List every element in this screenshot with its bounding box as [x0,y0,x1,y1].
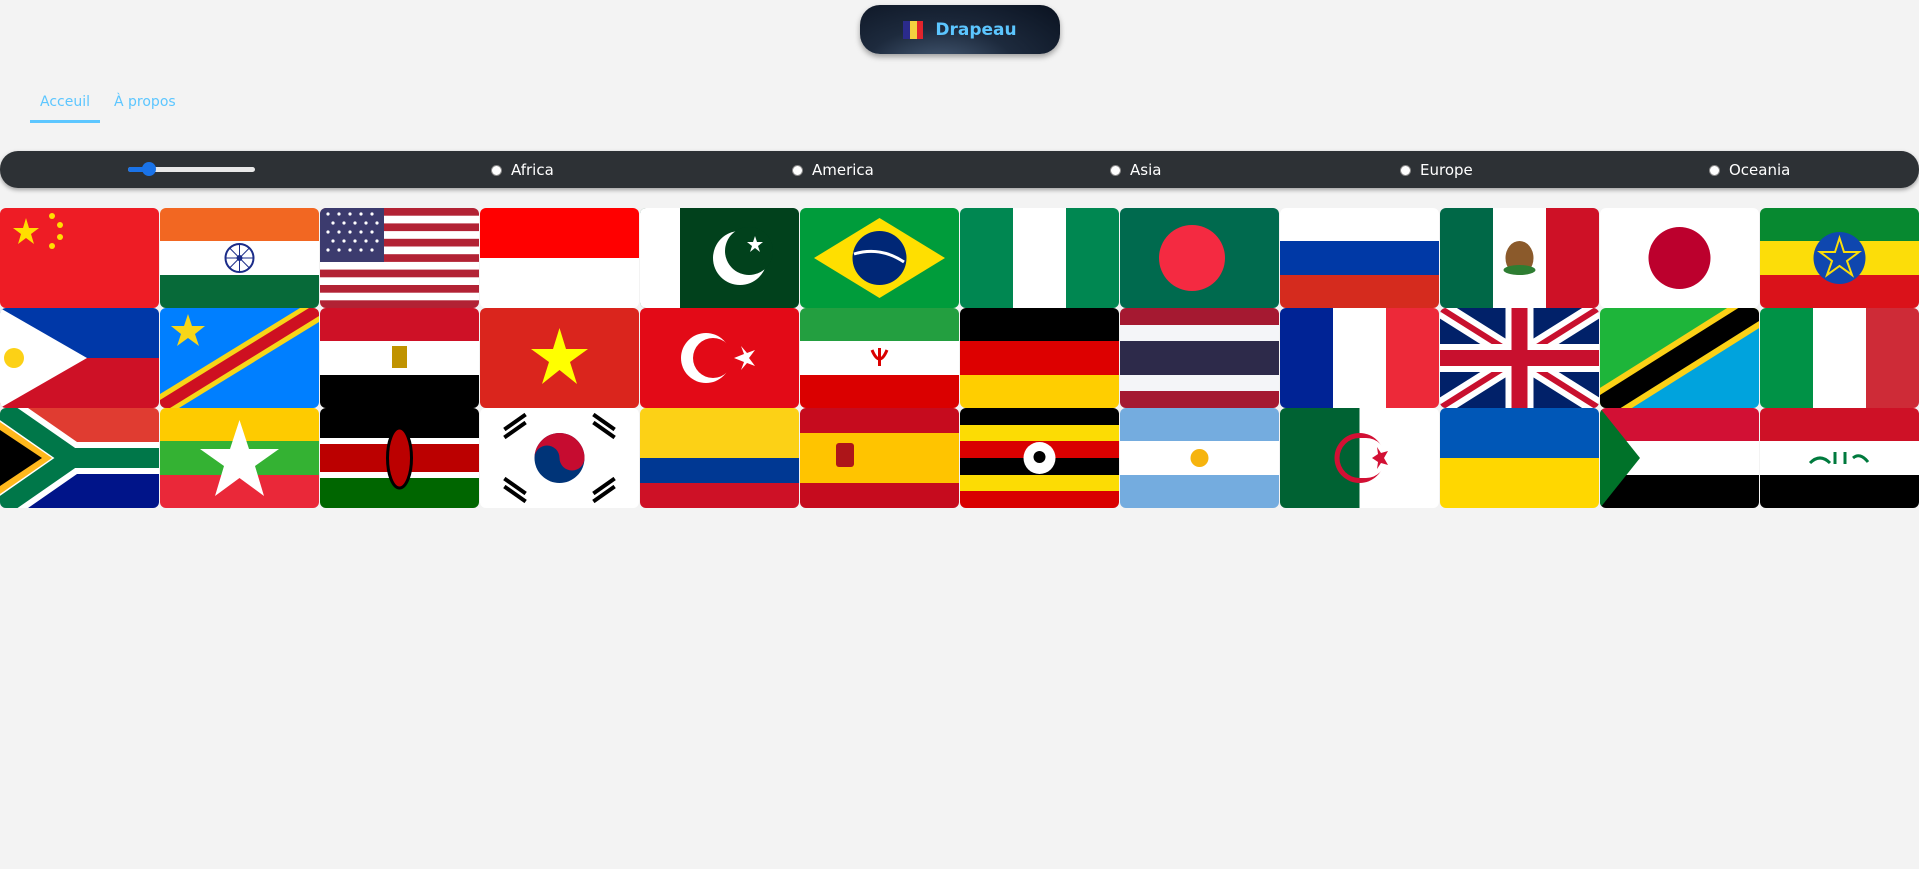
flag-india[interactable] [160,208,319,308]
flag-spain[interactable] [800,408,959,508]
radio-circle[interactable] [792,164,803,176]
flag-united-kingdom[interactable] [1440,308,1599,408]
app-title: Drapeau [935,19,1017,40]
nav-tabs: Acceuil À propos [30,90,186,123]
flag-mexico[interactable] [1440,208,1599,308]
radio-circle[interactable] [1400,164,1411,176]
radio-america[interactable]: America [792,161,874,179]
flag-japan[interactable] [1600,208,1759,308]
flag-brazil[interactable] [800,208,959,308]
tab-home[interactable]: Acceuil [30,90,100,123]
flag-dr-congo[interactable] [160,308,319,408]
radio-label: Oceania [1729,161,1791,179]
flag-colombia[interactable] [640,408,799,508]
flag-united-states[interactable] [320,208,479,308]
radio-circle[interactable] [1110,164,1121,176]
tab-about[interactable]: À propos [104,90,186,123]
flag-ethiopia[interactable] [1760,208,1919,308]
slider-thumb[interactable] [141,162,156,176]
radio-oceania[interactable]: Oceania [1709,161,1790,179]
flag-south-korea[interactable] [480,408,639,508]
flag-china[interactable] [0,208,159,308]
flag-uganda[interactable] [960,408,1119,508]
filter-bar: Africa America Asia Europe Oceania [0,151,1919,188]
flag-ukraine[interactable] [1440,408,1599,508]
flag-iraq[interactable] [1760,408,1919,508]
brand-header[interactable]: Drapeau [860,5,1060,54]
flag-bangladesh[interactable] [1120,208,1279,308]
radio-europe[interactable]: Europe [1400,161,1473,179]
radio-circle[interactable] [1709,164,1720,176]
radio-label: America [812,161,874,179]
flag-argentina[interactable] [1120,408,1279,508]
radio-label: Africa [511,161,554,179]
flag-indonesia[interactable] [480,208,639,308]
radio-label: Asia [1130,161,1162,179]
flag-egypt[interactable] [320,308,479,408]
flag-russia[interactable] [1280,208,1439,308]
size-slider[interactable] [128,162,255,176]
radio-asia[interactable]: Asia [1110,161,1161,179]
radio-circle[interactable] [491,164,502,176]
flag-pakistan[interactable] [640,208,799,308]
flag-turkey[interactable] [640,308,799,408]
flag-icon [903,20,924,39]
flag-italy[interactable] [1760,308,1919,408]
radio-africa[interactable]: Africa [491,161,554,179]
flag-tanzania[interactable] [1600,308,1759,408]
flag-kenya[interactable] [320,408,479,508]
flag-algeria[interactable] [1280,408,1439,508]
flag-south-africa[interactable] [0,408,159,508]
flag-germany[interactable] [960,308,1119,408]
flag-sudan[interactable] [1600,408,1759,508]
flag-myanmar[interactable] [160,408,319,508]
radio-label: Europe [1420,161,1473,179]
flag-thailand[interactable] [1120,308,1279,408]
flag-philippines[interactable] [0,308,159,408]
flag-france[interactable] [1280,308,1439,408]
flag-nigeria[interactable] [960,208,1119,308]
flag-iran[interactable] [800,308,959,408]
flag-vietnam[interactable] [480,308,639,408]
